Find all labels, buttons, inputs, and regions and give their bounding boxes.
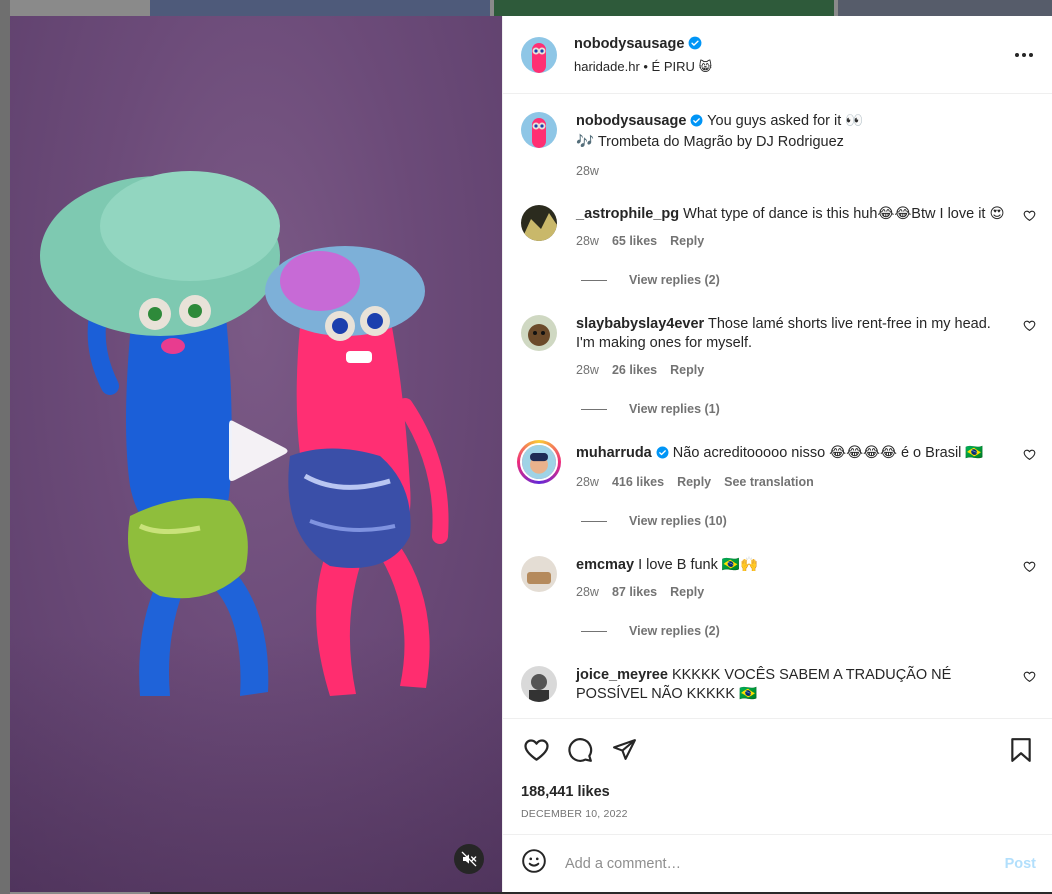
comment-like-heart-icon[interactable] <box>1023 448 1036 466</box>
background-grid-tile <box>838 0 1052 16</box>
avatar-with-story-ring[interactable] <box>517 440 561 484</box>
avatar[interactable] <box>521 36 557 73</box>
comment-like-heart-icon[interactable] <box>1023 319 1036 337</box>
comment-likes[interactable]: 416 likes <box>612 473 664 492</box>
reply-button[interactable]: Reply <box>670 583 704 602</box>
comment-timestamp: 28w <box>576 234 599 248</box>
location-line[interactable]: haridade.hr • É PIRU 😸 <box>574 59 1012 75</box>
avatar[interactable] <box>521 205 557 241</box>
comment-username[interactable]: joice_meyree <box>576 667 668 683</box>
muted-speaker-icon <box>461 851 477 867</box>
comment-timestamp: 28w <box>576 363 599 377</box>
avatar[interactable] <box>521 112 557 148</box>
comment-like-heart-icon[interactable] <box>1023 209 1036 227</box>
verified-badge-icon <box>688 36 702 55</box>
comment-like-heart-icon[interactable] <box>1023 670 1036 688</box>
comment-input[interactable] <box>565 855 1005 872</box>
post-actions-bar <box>503 718 1052 780</box>
caption-timestamp: 28w <box>576 164 599 178</box>
play-button[interactable] <box>215 411 295 491</box>
comment-item: _astrophile_pg What type of dance is thi… <box>521 205 1036 251</box>
comment-username[interactable]: slaybabyslay4ever <box>576 316 704 332</box>
comment-username[interactable]: muharruda <box>576 445 652 461</box>
share-button[interactable] <box>609 735 639 765</box>
post-caption: nobodysausage You guys asked for it 👀 🎶 … <box>521 112 1036 181</box>
background-grid-tile <box>150 0 490 16</box>
emoji-icon <box>522 849 546 873</box>
post-header: nobodysausage haridade.hr • É PIRU 😸 <box>503 16 1052 94</box>
play-icon <box>229 420 288 481</box>
comments-list[interactable]: nobodysausage You guys asked for it 👀 🎶 … <box>503 94 1052 718</box>
comment-composer: Post <box>503 834 1052 892</box>
save-button[interactable] <box>1006 735 1036 765</box>
background-grid-tile <box>494 0 834 16</box>
emoji-picker-button[interactable] <box>521 848 547 879</box>
post-video[interactable] <box>10 16 502 892</box>
more-options-icon <box>1015 52 1033 57</box>
comment-item: joice_meyree KKKKK VOCÊS SABEM A TRADUÇÃ… <box>521 666 1036 704</box>
verified-badge-icon <box>656 446 669 465</box>
comment-likes[interactable]: 65 likes <box>612 232 657 251</box>
view-replies-button[interactable]: View replies (1) <box>581 402 1036 416</box>
comment-likes[interactable]: 26 likes <box>612 361 657 380</box>
bookmark-icon <box>1011 737 1031 762</box>
caption-username[interactable]: nobodysausage <box>576 113 686 129</box>
mute-toggle-button[interactable] <box>454 844 484 874</box>
like-button[interactable] <box>521 735 551 765</box>
comment-username[interactable]: _astrophile_pg <box>576 206 679 222</box>
view-replies-button[interactable]: View replies (10) <box>581 514 1036 528</box>
comment-item: muharruda Não acreditooooo nisso 😂😂😂😂 é … <box>517 440 1036 492</box>
avatar[interactable] <box>521 666 557 702</box>
view-replies-button[interactable]: View replies (2) <box>581 624 1036 638</box>
comment-item: slaybabyslay4ever Those lamé shorts live… <box>521 315 1036 380</box>
post-comment-button[interactable]: Post <box>1005 856 1036 872</box>
background-edge <box>0 0 10 894</box>
share-icon <box>612 739 636 760</box>
comment-text: Não acreditooooo nisso 😂😂😂😂 é o Brasil 🇧… <box>672 445 984 461</box>
comment-username[interactable]: emcmay <box>576 557 634 573</box>
comment-timestamp: 28w <box>576 475 599 489</box>
post-modal: nobodysausage haridade.hr • É PIRU 😸 nob… <box>10 16 1052 892</box>
reply-button[interactable]: Reply <box>670 232 704 251</box>
post-date: DECEMBER 10, 2022 <box>521 808 628 820</box>
comment-text: I love B funk 🇧🇷🙌 <box>638 557 759 573</box>
likes-count[interactable]: 188,441 likes <box>503 784 1052 800</box>
heart-icon <box>523 739 549 761</box>
avatar[interactable] <box>521 556 557 592</box>
comment-text: What type of dance is this huh😂😂Btw I lo… <box>683 206 1005 222</box>
caption-music: 🎶 Trombeta do Magrão by DJ Rodriguez <box>576 134 844 150</box>
avatar[interactable] <box>521 315 557 351</box>
reply-button[interactable]: Reply <box>670 361 704 380</box>
see-translation-button[interactable]: See translation <box>724 473 814 492</box>
caption-text: You guys asked for it 👀 <box>707 113 864 129</box>
author-username[interactable]: nobodysausage <box>574 36 684 52</box>
comment-button[interactable] <box>565 735 595 765</box>
comment-likes[interactable]: 87 likes <box>612 583 657 602</box>
post-details-panel: nobodysausage haridade.hr • É PIRU 😸 nob… <box>502 16 1052 892</box>
comment-timestamp: 28w <box>576 585 599 599</box>
reply-button[interactable]: Reply <box>677 473 711 492</box>
comment-like-heart-icon[interactable] <box>1023 560 1036 578</box>
verified-badge-icon <box>690 114 703 133</box>
comment-icon <box>568 737 593 762</box>
more-options-button[interactable] <box>1012 43 1036 67</box>
comment-item: emcmay I love B funk 🇧🇷🙌 28w 87 likes Re… <box>521 556 1036 602</box>
view-replies-button[interactable]: View replies (2) <box>581 273 1036 287</box>
